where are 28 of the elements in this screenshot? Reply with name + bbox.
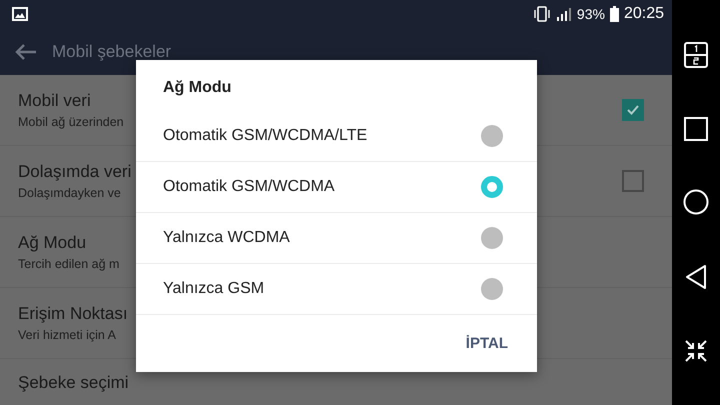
clock: 20:25 xyxy=(624,5,664,23)
radio-button[interactable] xyxy=(481,278,503,300)
radio-option[interactable]: Otomatik GSM/WCDMA xyxy=(136,162,537,213)
setting-summary: Dolaşımdayken ve xyxy=(18,186,121,200)
back-triangle-icon[interactable] xyxy=(685,264,707,290)
radio-button[interactable] xyxy=(481,176,503,198)
image-icon xyxy=(12,7,28,21)
home-circle-icon[interactable] xyxy=(683,189,709,216)
radio-option[interactable]: Otomatik GSM/WCDMA/LTE xyxy=(136,111,537,162)
setting-summary: Tercih edilen ağ m xyxy=(18,257,120,271)
checkbox[interactable] xyxy=(622,99,644,121)
recents-square-icon[interactable] xyxy=(684,116,708,141)
dual-window-icon[interactable] xyxy=(684,42,708,68)
shrink-arrows-icon[interactable] xyxy=(684,338,708,363)
radio-button[interactable] xyxy=(481,227,503,249)
screen-title: Mobil şebekeler xyxy=(52,42,172,62)
battery-percent: 93% xyxy=(576,6,605,22)
radio-button[interactable] xyxy=(481,125,503,147)
radio-option[interactable]: Yalnızca GSM xyxy=(136,264,537,315)
signal-icon xyxy=(556,7,572,21)
dialog-title: Ağ Modu xyxy=(162,78,232,98)
back-arrow-icon[interactable] xyxy=(14,42,38,60)
vibrate-icon xyxy=(532,6,551,22)
checkbox[interactable] xyxy=(622,170,644,192)
battery-icon xyxy=(610,6,619,22)
radio-option[interactable]: Yalnızca WCDMA xyxy=(136,213,537,264)
setting-summary: Mobil ağ üzerinden xyxy=(18,115,124,129)
setting-summary: Veri hizmeti için A xyxy=(18,328,116,342)
